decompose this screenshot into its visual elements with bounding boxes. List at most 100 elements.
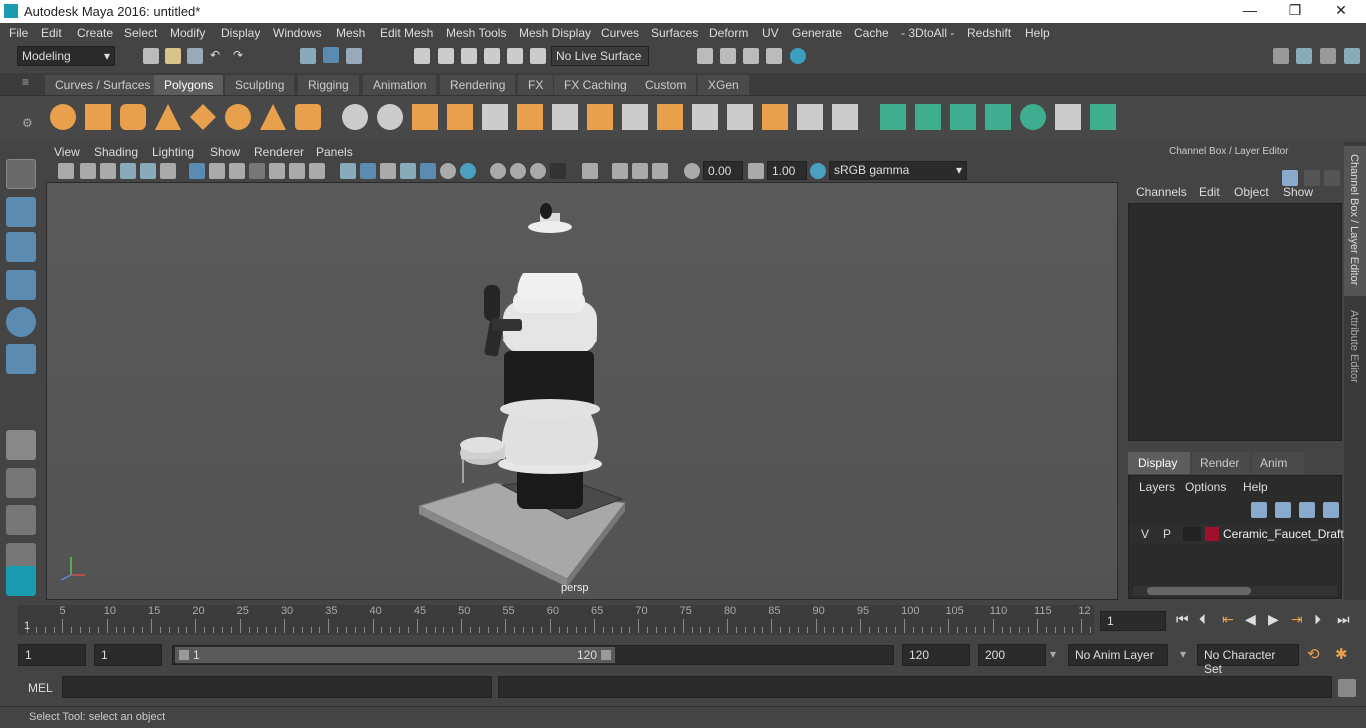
gamma-icon[interactable]	[748, 163, 764, 179]
menu-create[interactable]: Create	[77, 26, 113, 40]
menu-3dtoall[interactable]: - 3DtoAll -	[901, 26, 954, 40]
snap-view-icon[interactable]	[484, 48, 500, 64]
camera-icon[interactable]	[58, 163, 74, 179]
menu-uv[interactable]: UV	[762, 26, 779, 40]
viewport-menu-shading[interactable]: Shading	[94, 145, 138, 159]
menu-help[interactable]: Help	[1025, 26, 1050, 40]
preferences-icon[interactable]: ✱	[1335, 645, 1348, 663]
new-scene-icon[interactable]	[143, 48, 159, 64]
menu-display[interactable]: Display	[221, 26, 260, 40]
cb-menu-edit[interactable]: Edit	[1199, 185, 1220, 199]
menu-windows[interactable]: Windows	[273, 26, 322, 40]
shadows-icon[interactable]	[440, 163, 456, 179]
safe-action-icon[interactable]	[289, 163, 305, 179]
menu-mesh[interactable]: Mesh	[336, 26, 365, 40]
menu-modify[interactable]: Modify	[170, 26, 205, 40]
script-editor-icon[interactable]	[1338, 679, 1356, 697]
menu-mesh-tools[interactable]: Mesh Tools	[446, 26, 506, 40]
play-backward-icon[interactable]: ◀	[1245, 612, 1256, 628]
layer-tab-display[interactable]: Display	[1128, 452, 1190, 474]
layer-visibility-toggle[interactable]: V	[1141, 527, 1149, 541]
step-forward-icon[interactable]: ⏵	[1314, 612, 1321, 628]
shelf-tab-polygons[interactable]: Polygons	[154, 75, 224, 95]
single-perspective-layout-icon[interactable]	[6, 430, 36, 460]
layer-playback-toggle[interactable]: P	[1163, 527, 1171, 541]
minimize-button[interactable]: —	[1240, 2, 1260, 18]
range-right-grip[interactable]	[601, 650, 611, 660]
checker-uv-icon[interactable]	[1055, 104, 1081, 130]
wireframe-icon[interactable]	[340, 163, 356, 179]
layer-scrollbar[interactable]	[1133, 586, 1337, 596]
character-set-dropdown[interactable]: No Character Set	[1197, 644, 1299, 676]
manipulator-icon[interactable]	[1282, 170, 1298, 186]
xray-icon[interactable]	[582, 163, 598, 179]
bookmark-icon[interactable]	[100, 163, 116, 179]
exposure-icon[interactable]	[684, 163, 700, 179]
current-frame-field[interactable]: 1	[1100, 611, 1166, 631]
go-to-start-icon[interactable]: ⏮	[1176, 612, 1189, 628]
playback-end-field[interactable]: 120	[902, 644, 970, 666]
cb-menu-channels[interactable]: Channels	[1136, 185, 1187, 199]
shelf-tab-custom[interactable]: Custom	[635, 75, 697, 95]
wireframe-on-shaded-icon[interactable]	[380, 163, 396, 179]
layer-tab-anim[interactable]: Anim	[1252, 452, 1304, 474]
shelf-tab-fx[interactable]: FX	[518, 75, 554, 95]
side-tab-channel-box[interactable]: Channel Box / Layer Editor	[1344, 146, 1366, 296]
shelf-tab-fx-caching[interactable]: FX Caching	[554, 75, 637, 95]
cb-menu-object[interactable]: Object	[1234, 185, 1269, 199]
viewport-menu-lighting[interactable]: Lighting	[152, 145, 194, 159]
motion-blur-icon[interactable]	[490, 163, 506, 179]
exposure-field[interactable]: 0.00	[703, 161, 743, 180]
viewport-menu-view[interactable]: View	[54, 145, 80, 159]
backface-culling-icon[interactable]	[652, 163, 668, 179]
extract-icon[interactable]	[412, 104, 438, 130]
fill-hole-icon[interactable]	[797, 104, 823, 130]
maximize-button[interactable]: ❐	[1285, 2, 1305, 19]
camera-attributes-icon[interactable]	[80, 163, 96, 179]
render-current-icon[interactable]	[720, 48, 736, 64]
perspective-viewport[interactable]: persp	[46, 182, 1118, 600]
mirror-icon[interactable]	[517, 104, 543, 130]
speed-icon[interactable]	[1304, 170, 1320, 186]
play-forward-icon[interactable]: ▶	[1268, 612, 1279, 628]
ipr-render-icon[interactable]	[743, 48, 759, 64]
combine-icon[interactable]	[342, 104, 368, 130]
insert-edge-loop-icon[interactable]	[692, 104, 718, 130]
shelf-settings-icon[interactable]: ⚙	[22, 116, 33, 130]
spherical-uv-icon[interactable]	[950, 104, 976, 130]
viewport-menu-show[interactable]: Show	[210, 145, 240, 159]
chevron-down-icon[interactable]: ▾	[1050, 647, 1056, 661]
paint-select-tool-icon[interactable]	[6, 232, 36, 262]
extrude-icon[interactable]	[587, 104, 613, 130]
command-input[interactable]	[62, 676, 492, 698]
xray-joints-icon[interactable]	[612, 163, 628, 179]
textured-icon[interactable]	[400, 163, 416, 179]
color-management-icon[interactable]	[810, 163, 826, 179]
scale-tool-icon[interactable]	[6, 344, 36, 374]
poly-torus-icon[interactable]	[225, 104, 251, 130]
layer-name[interactable]: Ceramic_Faucet_Draft_	[1223, 527, 1350, 541]
shelf-tab-sculpting[interactable]: Sculpting	[225, 75, 295, 95]
layer-tab-render[interactable]: Render	[1192, 452, 1250, 474]
shelf-tab-xgen[interactable]: XGen	[698, 75, 749, 95]
cylindrical-uv-icon[interactable]	[915, 104, 941, 130]
cut-sew-uv-icon[interactable]	[1090, 104, 1116, 130]
scene-end-field[interactable]: 200	[978, 644, 1046, 666]
layer-row[interactable]: V P Ceramic_Faucet_Draft_	[1131, 524, 1350, 544]
image-plane-icon[interactable]	[120, 163, 136, 179]
gamma-field[interactable]: 1.00	[767, 161, 807, 180]
maya-home-icon[interactable]	[6, 566, 36, 596]
menu-set-dropdown[interactable]: Modeling ▾	[17, 46, 115, 66]
layer-color-swatch[interactable]	[1205, 527, 1219, 541]
four-view-layout-icon[interactable]	[6, 468, 36, 498]
snap-surface-icon[interactable]	[507, 48, 523, 64]
menu-redshift[interactable]: Redshift	[967, 26, 1011, 40]
poly-pipe-icon[interactable]	[295, 104, 321, 130]
move-layer-down-icon[interactable]	[1275, 502, 1291, 518]
layer-scrollbar-thumb[interactable]	[1147, 587, 1251, 595]
snap-curve-icon[interactable]	[438, 48, 454, 64]
select-tool-icon[interactable]	[6, 159, 36, 189]
shelf-tab-curves-surfaces[interactable]: Curves / Surfaces	[45, 75, 161, 95]
layer-type-toggle[interactable]	[1183, 527, 1201, 541]
rotate-tool-icon[interactable]	[6, 307, 36, 337]
